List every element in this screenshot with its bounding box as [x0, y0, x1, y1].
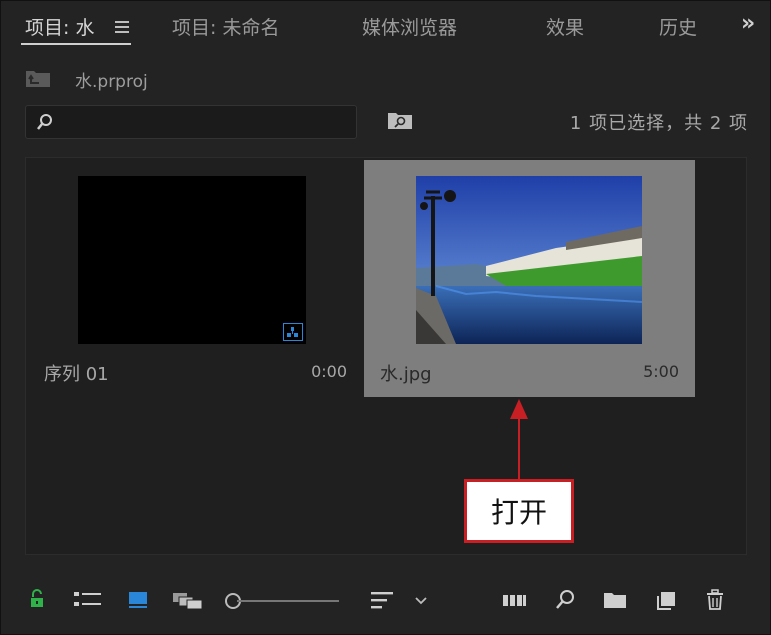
search-box[interactable]: [25, 105, 357, 139]
search-icon: [37, 114, 52, 130]
item-duration: 5:00: [643, 362, 679, 381]
sort-icon[interactable]: [369, 589, 397, 611]
image-thumbnail: [416, 176, 642, 344]
zoom-slider[interactable]: [237, 600, 339, 602]
list-view-icon[interactable]: [73, 589, 103, 611]
sequence-icon: [283, 323, 303, 341]
icon-view-icon[interactable]: [127, 589, 149, 611]
bottom-toolbar: [1, 581, 771, 621]
project-items-grid: 序列 01 0:00 水.jpg 5:00: [25, 157, 747, 555]
item-name: 水.jpg: [380, 364, 432, 385]
annotation-arrowhead: [510, 399, 528, 419]
item-duration: 0:00: [311, 362, 347, 381]
chevron-down-icon[interactable]: [413, 589, 429, 611]
active-tab-indicator: [21, 43, 131, 45]
tab-overflow-icon[interactable]: »: [741, 11, 755, 36]
tab-project-water[interactable]: 项目: 水: [25, 13, 94, 40]
tab-effects[interactable]: 效果: [546, 13, 584, 40]
selection-status: 1 项已选择，共 2 项: [569, 113, 748, 134]
automate-to-sequence-icon[interactable]: [501, 589, 529, 611]
trash-icon[interactable]: [705, 589, 725, 611]
find-icon[interactable]: [554, 589, 576, 611]
annotation-arrow: [518, 417, 520, 479]
tab-project-untitled[interactable]: 项目: 未命名: [172, 13, 279, 40]
parent-folder-icon[interactable]: [25, 68, 51, 88]
tab-history[interactable]: 历史: [659, 13, 697, 40]
item-name: 序列 01: [44, 364, 109, 385]
project-file-name: 水.prproj: [75, 72, 148, 92]
search-input[interactable]: [62, 110, 352, 134]
sequence-thumbnail: [78, 176, 306, 344]
tab-media-browser[interactable]: 媒体浏览器: [362, 13, 457, 40]
new-bin-icon[interactable]: [602, 589, 628, 611]
new-item-icon[interactable]: [655, 589, 677, 611]
tab-bar: 项目: 水 项目: 未命名 媒体浏览器 效果 历史 »: [1, 1, 771, 51]
project-item-image[interactable]: 水.jpg 5:00: [364, 160, 695, 397]
panel-menu-icon[interactable]: [115, 21, 129, 33]
project-item-sequence[interactable]: 序列 01 0:00: [28, 160, 363, 397]
find-in-folder-icon[interactable]: [387, 111, 413, 131]
lock-icon[interactable]: [29, 589, 45, 609]
freeform-view-icon[interactable]: [171, 589, 205, 611]
annotation-callout: 打开: [464, 479, 574, 543]
project-panel: 项目: 水 项目: 未命名 媒体浏览器 效果 历史 » 水.prproj 1 项…: [0, 0, 771, 635]
